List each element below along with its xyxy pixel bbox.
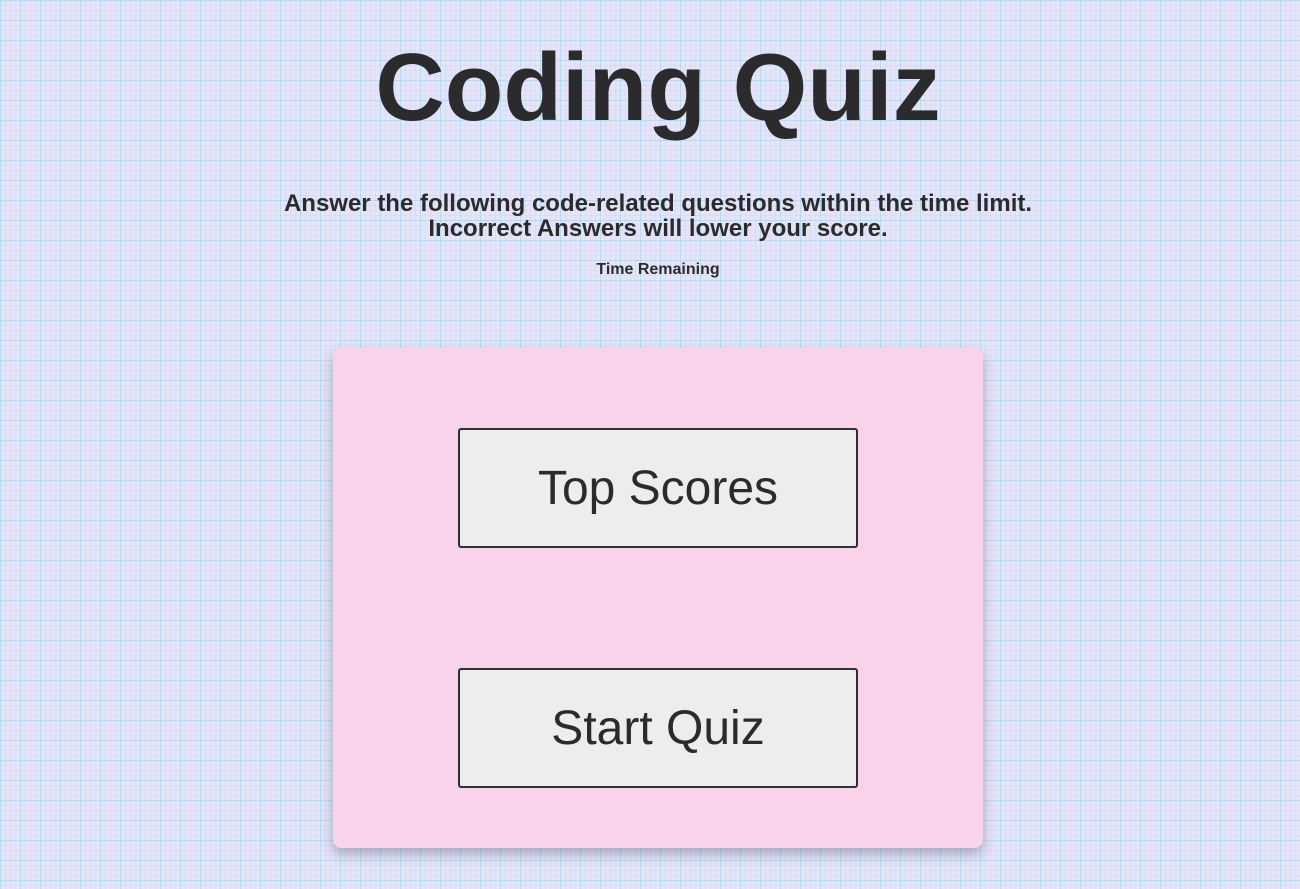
- page-title: Coding Quiz: [375, 34, 941, 141]
- time-remaining-label: Time Remaining: [596, 261, 720, 278]
- top-scores-button[interactable]: Top Scores: [458, 428, 858, 548]
- start-quiz-button[interactable]: Start Quiz: [458, 668, 858, 788]
- instructions-line-2: Incorrect Answers will lower your score.: [428, 215, 888, 242]
- instructions-line-1: Answer the following code-related questi…: [283, 190, 1033, 217]
- instructions: Answer the following code-related questi…: [0, 191, 1300, 241]
- menu-card: Top Scores Start Quiz: [333, 348, 983, 848]
